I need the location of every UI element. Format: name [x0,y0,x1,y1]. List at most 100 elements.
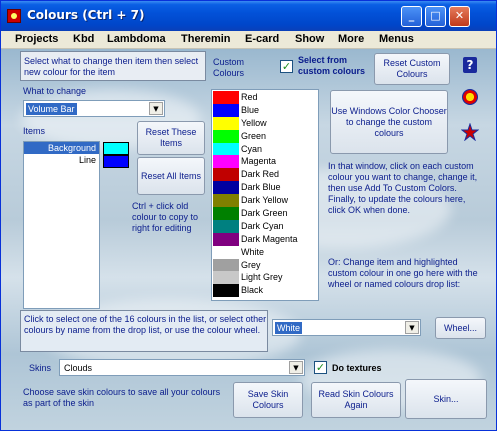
title-bar[interactable]: Colours (Ctrl + 7) _ □ ✕ [1,1,496,31]
menu-show[interactable]: Show [295,33,324,45]
colour-item[interactable]: Dark Red [213,168,317,182]
colour-item[interactable]: Cyan [213,142,317,156]
colour-name: Light Grey [241,272,283,283]
skin-button[interactable]: Skin... [405,379,487,419]
colour-name: Cyan [241,143,263,154]
colour-item[interactable]: White [213,245,317,259]
colour-swatch [213,103,239,117]
colour-name: Red [241,92,258,102]
colour-swatch [213,245,239,259]
colour-name: White [241,246,265,257]
colour-swatch [213,207,239,220]
colour-item[interactable]: Dark Blue [213,181,317,195]
select-from-custom-checkbox[interactable]: ✓ [280,60,293,73]
items-list[interactable]: Background Line [23,141,100,309]
menu-projects[interactable]: Projects [15,33,58,45]
what-to-change-label: What to change [23,86,87,96]
colour-item[interactable]: Magenta [213,155,317,169]
colour-item[interactable]: Dark Magenta [213,232,317,246]
colour-swatch [213,271,239,285]
minimize-button[interactable]: _ [401,6,422,27]
colour-name: Green [241,130,267,141]
window-title: Colours (Ctrl + 7) [27,8,145,22]
colour-swatch [213,91,239,104]
maximize-button[interactable]: □ [425,6,446,27]
select-from-custom-label: Select from custom colours [298,55,366,76]
dropdown-arrow-icon[interactable]: ▼ [289,361,303,374]
circle-target-icon[interactable] [462,89,478,105]
select-instruction-box: Select what to change then item then sel… [20,51,206,81]
item-swatch-line[interactable] [103,155,129,168]
reset-these-items-button[interactable]: Reset These Items [137,121,205,155]
menu-bar: Projects Kbd Lambdoma Theremin E-card Sh… [1,31,496,49]
click-to-select-text: Click to select one of the 16 colours in… [24,314,267,335]
skins-value: Clouds [64,363,93,373]
colour-name: Dark Green [241,208,288,219]
app-icon [7,9,21,23]
windows-color-chooser-button[interactable]: Use Windows Color Chooser to change the … [330,90,448,154]
colour-item[interactable]: Yellow [213,116,317,130]
colour-name: Magenta [241,156,277,167]
do-textures-label: Do textures [332,363,382,373]
colour-item[interactable]: Grey [213,258,317,272]
menu-ecard[interactable]: E-card [245,33,279,45]
do-textures-checkbox[interactable]: ✓ [314,361,327,374]
in-that-window-text: In that window, click on each custom col… [328,161,478,215]
click-select-box: Click to select one of the 16 colours in… [20,310,268,352]
skins-label: Skins [29,363,52,373]
reset-custom-colours-button[interactable]: Reset Custom Colours [374,53,450,85]
colour-item[interactable]: Dark Yellow [213,194,317,208]
dropdown-arrow-icon[interactable]: ▼ [149,102,163,115]
what-to-change-select[interactable]: Volume Bar ▼ [23,100,165,117]
what-to-change-value: Volume Bar [26,103,77,115]
colour-list[interactable]: Red Blue Yellow Green Cyan Magenta Dark Red Dar… [211,89,319,301]
items-label: Items [23,126,46,136]
ctrl-click-text: Ctrl + click old colour to copy to right… [132,201,199,233]
item-line[interactable]: Line [24,154,99,166]
colour-swatch [213,258,239,272]
colour-name: Dark Red [241,169,280,180]
close-button[interactable]: ✕ [449,6,470,27]
read-skin-colours-button[interactable]: Read Skin Colours Again [311,382,401,418]
colour-name: Dark Magenta [241,233,298,244]
client-area: Select what to change then item then sel… [1,49,496,430]
colour-item[interactable]: Light Grey [213,271,317,285]
colours-window: Colours (Ctrl + 7) _ □ ✕ Projects Kbd La… [0,0,497,431]
colour-swatch [213,181,239,195]
colour-swatch [213,116,239,130]
colour-item[interactable]: Green [213,129,317,143]
help-icon[interactable]: ? [463,57,477,73]
colour-name: Yellow [241,117,267,128]
item-swatch-background[interactable] [103,142,129,155]
dropdown-arrow-icon[interactable]: ▼ [405,321,419,334]
colour-swatch [213,142,239,156]
menu-menus[interactable]: Menus [379,33,414,45]
colour-name: Dark Cyan [241,220,284,231]
colour-swatch [213,155,239,169]
colour-name: Grey [241,259,261,270]
colour-item[interactable]: Dark Cyan [213,219,317,233]
star-tool-icon[interactable] [461,123,479,141]
reset-all-items-button[interactable]: Reset All Items [137,157,205,195]
menu-lambdoma[interactable]: Lambdoma [107,33,166,45]
or-change-text: Or: Change item and highlighted custom c… [328,257,478,289]
custom-colours-label: Custom Colours [213,57,245,78]
colour-item[interactable]: Blue [213,103,317,117]
wheel-button[interactable]: Wheel... [435,317,486,339]
named-colour-select[interactable]: White ▼ [272,319,421,336]
colour-swatch [213,284,239,298]
colour-name: Dark Yellow [241,195,289,206]
menu-more[interactable]: More [338,33,364,45]
colour-item[interactable]: Red [213,91,317,104]
colour-swatch [213,129,239,143]
colour-swatch [213,232,239,246]
colour-item[interactable]: Black [213,284,317,298]
save-skin-colours-button[interactable]: Save Skin Colours [233,382,303,418]
skins-select[interactable]: Clouds ▼ [59,359,305,376]
colour-item[interactable]: Dark Green [213,207,317,220]
item-background[interactable]: Background [24,142,99,154]
choose-save-text: Choose save skin colours to save all you… [23,387,221,408]
colour-swatch [213,219,239,233]
menu-kbd[interactable]: Kbd [73,33,94,45]
menu-theremin[interactable]: Theremin [181,33,231,45]
